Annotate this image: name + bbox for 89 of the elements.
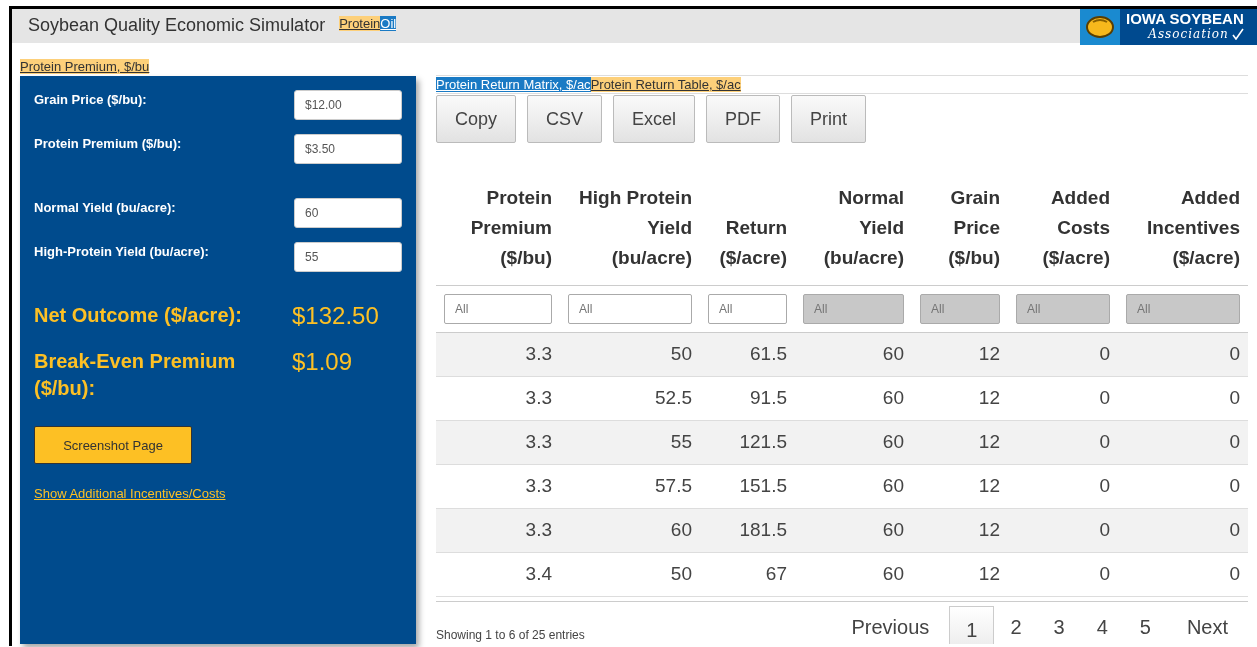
table-cell: 12 [912,464,1008,508]
table-cell: 12 [912,420,1008,464]
table-cell: 60 [795,508,912,552]
table-cell: 0 [1008,464,1118,508]
input-field[interactable]: $12.00 [294,90,402,120]
tab[interactable]: Oil [380,16,397,31]
table-cell: 55 [560,420,700,464]
field-label: Protein Premium ($/bu): [34,136,182,151]
page-button[interactable]: 4 [1080,605,1124,644]
screenshot-button[interactable]: Screenshot Page [34,426,192,464]
input-field[interactable]: 55 [294,242,402,272]
table-cell: 52.5 [560,376,700,420]
table-cell: 151.5 [700,464,795,508]
filter-field[interactable]: All [708,293,787,324]
result-value: $1.09 [292,348,353,376]
table-cell: 121.5 [700,420,795,464]
table-cell: 0 [1118,552,1248,596]
tab[interactable]: Protein Premium, $/bu [20,59,150,74]
table-cell: 3.3 [436,464,560,508]
table-cell: 60 [795,332,912,376]
table-cell: 50 [560,332,700,376]
table-cell: 181.5 [700,508,795,552]
app-title: Soybean Quality Economic Simulator [28,15,326,36]
result-label: Break-Even Premium ($/bu): [34,349,237,401]
result-label: Net Outcome ($/acre): [34,303,243,328]
checkmark-icon [1231,28,1244,40]
table-cell: 3.3 [436,376,560,420]
table-cell: 0 [1118,508,1248,552]
column-header[interactable]: Added Incentives ($/acre) [1118,155,1248,285]
input-field[interactable]: $3.50 [294,134,402,164]
export-button[interactable]: Copy [436,95,517,143]
tab[interactable]: Protein Return Matrix, $/ac [436,77,591,92]
table-cell: 61.5 [700,332,795,376]
export-button[interactable]: Print [791,95,867,143]
table-cell: 0 [1118,332,1248,376]
page-button[interactable]: 1 [949,605,995,644]
filter-field[interactable]: All [444,293,552,324]
table-cell: 57.5 [560,464,700,508]
column-header[interactable]: Normal Yield (bu/acre) [795,155,912,285]
page-button[interactable]: 2 [994,605,1038,644]
logo-subtext: Association [1148,27,1229,41]
soybean-icon [1085,15,1115,39]
table-cell: 0 [1008,552,1118,596]
table-cell: 12 [912,376,1008,420]
table-cell: 0 [1008,376,1118,420]
table-cell: 60 [795,464,912,508]
pagination-link[interactable]: Next [1166,605,1248,644]
page-button[interactable]: 5 [1123,605,1167,644]
table-cell: 12 [912,508,1008,552]
column-header[interactable]: Grain Price ($/bu) [912,155,1008,285]
entries-info: Showing 1 to 6 of 25 entries [436,627,585,642]
page-button[interactable]: 3 [1037,605,1081,644]
export-button[interactable]: PDF [706,95,781,143]
table-cell: 0 [1118,376,1248,420]
column-header[interactable]: Return ($/acre) [700,155,795,285]
input-field[interactable]: 60 [294,198,402,228]
table-cell: 50 [560,552,700,596]
field-label: Normal Yield (bu/acre): [34,200,176,215]
table-cell: 60 [795,420,912,464]
table-cell: 0 [1008,420,1118,464]
result-value: $132.50 [292,302,379,330]
column-header[interactable]: Added Costs ($/acre) [1008,155,1118,285]
column-header[interactable]: Protein Premium ($/bu) [436,155,560,285]
table-cell: 60 [560,508,700,552]
logo-text: IOWA SOYBEAN [1126,11,1244,27]
field-label: High-Protein Yield (bu/acre): [34,244,209,259]
export-button[interactable]: Excel [613,95,696,143]
tab[interactable]: Protein Return Table, $/ac [590,77,741,92]
column-header[interactable]: High Protein Yield (bu/acre) [560,155,700,285]
table-cell: 3.4 [436,552,560,596]
export-button[interactable]: CSV [527,95,603,143]
show-incentives-link[interactable]: Show Additional Incentives/Costs [34,486,226,501]
table-cell: 3.3 [436,508,560,552]
table-cell: 60 [795,376,912,420]
table-cell: 12 [912,332,1008,376]
field-label: Grain Price ($/bu): [34,92,147,107]
tab[interactable]: Protein [339,16,381,31]
table-cell: 0 [1008,332,1118,376]
table-cell: 91.5 [700,376,795,420]
table-cell: 3.3 [436,332,560,376]
table-cell: 0 [1008,508,1118,552]
table-cell: 12 [912,552,1008,596]
table-cell: 60 [795,552,912,596]
table-cell: 67 [700,552,795,596]
filter-field[interactable]: All [568,293,692,324]
table-cell: 3.3 [436,420,560,464]
pagination-link[interactable]: Previous [831,605,950,644]
table-cell: 0 [1118,464,1248,508]
table-cell: 0 [1118,420,1248,464]
